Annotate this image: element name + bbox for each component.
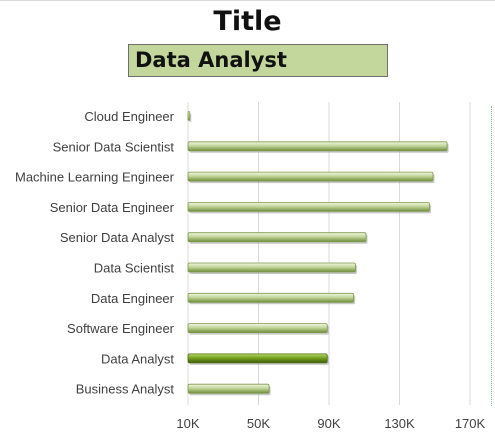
category-label: Cloud Engineer: [84, 109, 174, 124]
x-tick-label: 170K: [455, 416, 486, 431]
category-label: Senior Data Analyst: [60, 230, 175, 245]
category-label: Data Analyst: [101, 351, 174, 366]
bar[interactable]: [187, 323, 328, 334]
category-label: Software Engineer: [67, 321, 175, 336]
bar-chart: Cloud Engineer Senior Data Scientist Machi…: [15, 102, 486, 431]
bar[interactable]: [187, 201, 430, 212]
x-tick-labels: 10K 50K 90K 130K 170K: [176, 416, 485, 431]
x-tick-label: 50K: [247, 416, 270, 431]
x-tick-label: 90K: [317, 416, 340, 431]
bar[interactable]: [187, 111, 191, 121]
category-label: Senior Data Engineer: [50, 200, 175, 215]
bar[interactable]: [187, 232, 367, 243]
category-label: Senior Data Scientist: [53, 139, 175, 154]
category-labels: Cloud Engineer Senior Data Scientist Machi…: [15, 109, 175, 397]
bar-highlighted[interactable]: [187, 353, 328, 364]
bar[interactable]: [187, 262, 356, 273]
category-label: Machine Learning Engineer: [15, 170, 175, 185]
bar[interactable]: [187, 383, 270, 394]
bar[interactable]: [187, 292, 355, 303]
category-label: Data Scientist: [94, 261, 175, 276]
category-label: Data Engineer: [91, 291, 175, 306]
bars: [187, 111, 449, 396]
bar[interactable]: [187, 171, 434, 182]
bar[interactable]: [187, 141, 448, 152]
x-tick-label: 130K: [384, 416, 415, 431]
category-label: Business Analyst: [76, 382, 175, 397]
x-tick-label: 10K: [176, 416, 199, 431]
